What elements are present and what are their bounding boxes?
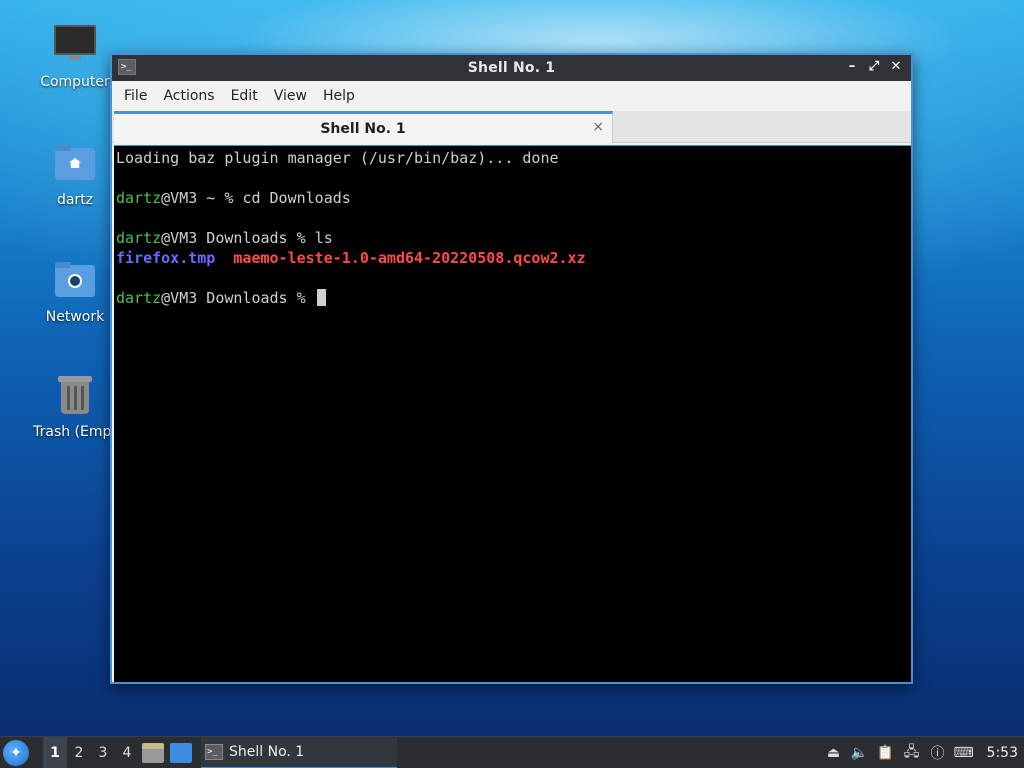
menu-file[interactable]: File: [116, 81, 155, 111]
workspace-4[interactable]: 4: [115, 737, 139, 768]
home-folder-icon: [51, 140, 99, 188]
menu-edit[interactable]: Edit: [223, 81, 266, 111]
terminal-icon: >_: [205, 743, 223, 760]
text-cursor: [316, 289, 326, 306]
network-folder-icon: [51, 257, 99, 305]
lubuntu-logo-icon: ✦: [10, 744, 22, 761]
computer-icon: [51, 22, 99, 70]
desktop-icon-label: Computer: [40, 74, 110, 90]
prompt-host: @VM3 Downloads %: [161, 229, 315, 247]
workspace-2[interactable]: 2: [67, 737, 91, 768]
trash-icon: [51, 372, 99, 420]
prompt-host: @VM3 ~ %: [161, 189, 243, 207]
desktop-icon-label: dartz: [56, 192, 94, 208]
task-label: Shell No. 1: [229, 743, 305, 760]
tab-close-icon[interactable]: ×: [592, 119, 604, 135]
close-button[interactable]: ✕: [887, 58, 905, 76]
workspace-1[interactable]: 1: [43, 736, 67, 768]
update-notifier-icon[interactable]: ⓘ: [929, 744, 947, 762]
file-firefox-tmp: firefox.tmp: [116, 249, 216, 267]
network-icon[interactable]: 🖧: [903, 744, 921, 762]
tab-bar: Shell No. 1 ×: [112, 111, 911, 143]
terminal-window: >_ Shell No. 1 – ⤢ ✕ File Actions Edit V…: [110, 53, 913, 684]
system-tray: ⏏ 🔈 📋 🖧 ⓘ ⌨ 5:53: [825, 744, 1024, 762]
desktop-icon-label: Network: [45, 309, 105, 325]
taskbar-shell-window[interactable]: >_ Shell No. 1: [201, 736, 397, 768]
workspace-3[interactable]: 3: [91, 737, 115, 768]
terminal-line: dartz@VM3 Downloads % ls: [116, 228, 911, 248]
tab-shell-1[interactable]: Shell No. 1 ×: [114, 111, 613, 143]
desktop-icon-label: Trash (Empt: [33, 424, 117, 440]
terminal-line: dartz@VM3 ~ % cd Downloads: [116, 188, 911, 208]
terminal-line: firefox.tmp maemo-leste-1.0-amd64-202205…: [116, 248, 911, 268]
clock[interactable]: 5:53: [987, 745, 1018, 761]
file-maemo-image: maemo-leste-1.0-amd64-20220508.qcow2.xz: [233, 249, 586, 267]
maximize-button[interactable]: ⤢: [865, 58, 883, 76]
file-manager-icon[interactable]: [142, 742, 164, 763]
command-text: ls: [314, 229, 333, 247]
prompt-user: dartz: [116, 229, 162, 247]
menu-help[interactable]: Help: [315, 81, 363, 111]
menu-bar: File Actions Edit View Help: [112, 81, 911, 111]
terminal-text: Loading baz plugin manager (/usr/bin/baz…: [116, 149, 559, 167]
keyboard-layout-icon[interactable]: ⌨: [953, 744, 973, 762]
volume-icon[interactable]: 🔈: [851, 744, 869, 762]
tab-label: Shell No. 1: [320, 120, 406, 137]
prompt-user: dartz: [116, 189, 162, 207]
taskbar: ✦ 1 2 3 4 >_ Shell No. 1 ⏏ 🔈 📋 🖧 ⓘ ⌨ 5:5…: [0, 736, 1024, 768]
terminal-line: dartz@VM3 Downloads %: [116, 288, 911, 308]
eject-icon[interactable]: ⏏: [825, 744, 843, 762]
command-text: cd Downloads: [242, 189, 351, 207]
clipboard-icon[interactable]: 📋: [877, 744, 895, 762]
window-titlebar[interactable]: >_ Shell No. 1 – ⤢ ✕: [112, 53, 911, 81]
prompt-user: dartz: [116, 289, 162, 307]
prompt-host: @VM3 Downloads %: [161, 289, 315, 307]
menu-actions[interactable]: Actions: [155, 81, 222, 111]
window-title: Shell No. 1: [467, 60, 556, 76]
terminal-output[interactable]: Loading baz plugin manager (/usr/bin/baz…: [114, 145, 911, 682]
minimize-button[interactable]: –: [843, 58, 861, 76]
menu-view[interactable]: View: [266, 81, 315, 111]
show-desktop-icon[interactable]: [170, 742, 192, 763]
start-menu-button[interactable]: ✦: [3, 739, 29, 766]
terminal-line: Loading baz plugin manager (/usr/bin/baz…: [116, 148, 911, 168]
